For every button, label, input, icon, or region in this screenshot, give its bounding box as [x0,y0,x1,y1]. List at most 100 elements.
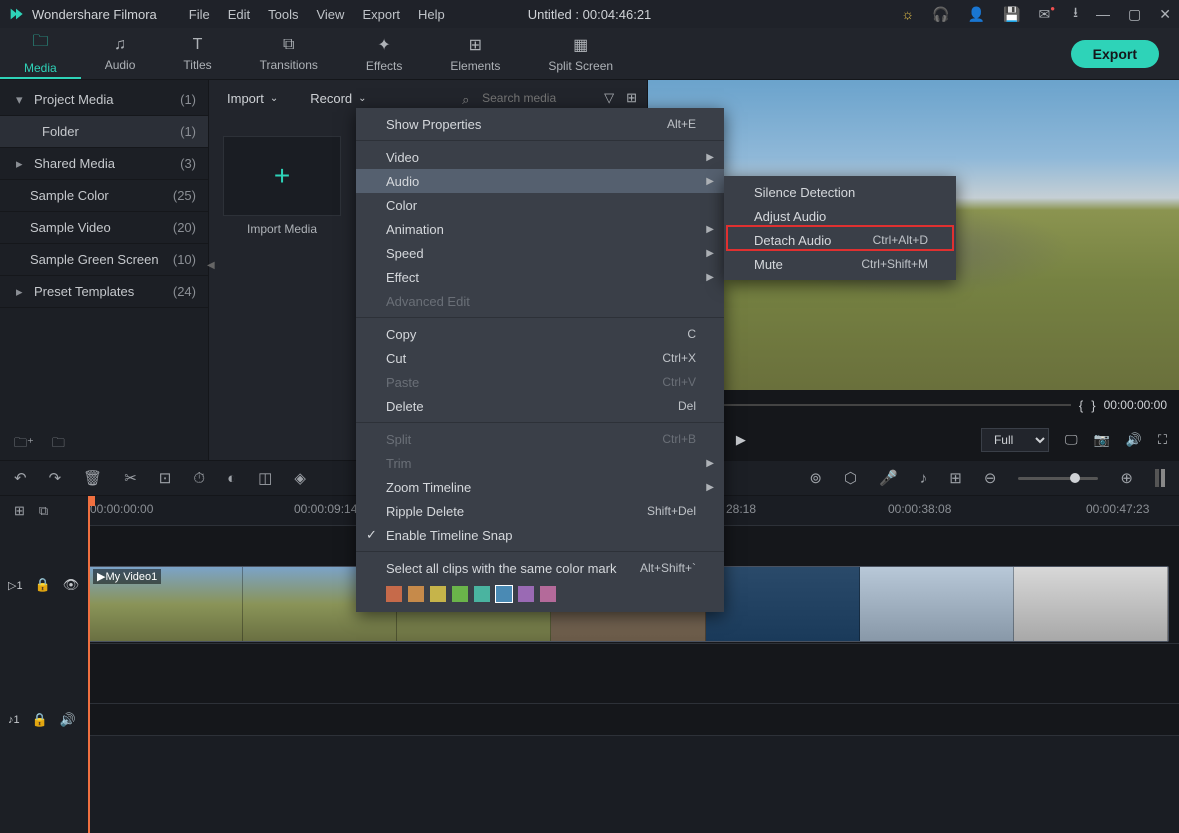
tab-effects[interactable]: ✦Effects [342,28,426,79]
lock-icon[interactable]: 🔒 [35,577,51,593]
menu-tools[interactable]: Tools [268,7,298,22]
tree-sample-color[interactable]: Sample Color(25) [0,180,208,212]
tab-audio[interactable]: ♫Audio [81,28,160,79]
mark-in-bracket[interactable]: { [1079,398,1083,413]
mixer-icon[interactable]: ♪ [920,470,928,487]
maximize-icon[interactable]: ▢ [1128,6,1141,23]
timeline-view-toggle[interactable] [1155,469,1165,487]
zoom-slider[interactable] [1018,477,1098,480]
tab-titles[interactable]: TTitles [159,28,235,79]
screen-icon[interactable]: 🖵 [1065,432,1078,448]
link-icon[interactable]: ⧉ [39,503,48,519]
mark-out-bracket[interactable]: } [1091,398,1095,413]
ctx-audio[interactable]: Audio▶ [356,169,724,193]
menu-edit[interactable]: Edit [228,7,250,22]
menu-export[interactable]: Export [362,7,400,22]
undo-icon[interactable]: ↶ [14,469,27,487]
preview-quality-select[interactable]: Full [981,428,1049,452]
mail-icon[interactable]: ✉● [1039,6,1056,23]
color-icon[interactable]: ◐ [227,470,236,487]
tab-elements[interactable]: ⊞Elements [426,28,524,79]
color-swatch[interactable] [496,586,512,602]
add-folder-icon[interactable]: 🗀⁺ [14,434,34,456]
green-screen-icon[interactable]: ◫ [258,469,272,487]
user-icon[interactable]: 👤 [968,6,985,23]
ctx-animation[interactable]: Animation▶ [356,217,724,241]
speaker-icon[interactable]: 🔊 [60,712,76,728]
color-swatch[interactable] [518,586,534,602]
search-input[interactable] [462,87,592,110]
marker-icon[interactable]: ⬡ [844,469,857,487]
audio-track[interactable] [88,704,1179,736]
import-dropdown[interactable]: Import⌄ [219,88,286,109]
menu-file[interactable]: File [189,7,210,22]
ctx-silence-detection[interactable]: Silence Detection [724,180,956,204]
export-button[interactable]: Export [1071,40,1159,68]
color-swatch[interactable] [386,586,402,602]
scissors-icon[interactable]: ✂ [124,469,137,487]
ctx-show-properties[interactable]: Show PropertiesAlt+E [356,112,724,136]
playhead[interactable] [88,496,90,833]
menu-view[interactable]: View [316,7,344,22]
filter-icon[interactable]: ▽ [604,90,614,106]
mic-icon[interactable]: 🎤 [879,469,898,487]
ctx-copy[interactable]: CopyC [356,322,724,346]
ctx-cut[interactable]: CutCtrl+X [356,346,724,370]
zoom-in-icon[interactable]: ⊕ [1120,469,1133,487]
ctx-select-color-mark[interactable]: Select all clips with the same color mar… [356,556,724,580]
lock-icon[interactable]: 🔒 [32,712,48,728]
record-dropdown[interactable]: Record⌄ [302,88,374,109]
headset-icon[interactable]: 🎧 [932,6,949,23]
tab-media[interactable]: 🗀Media [0,28,81,79]
ctx-enable-snap[interactable]: ✓Enable Timeline Snap [356,523,724,547]
ctx-delete[interactable]: DeleteDel [356,394,724,418]
crop-icon[interactable]: ⊡ [159,469,172,487]
keyframe-icon[interactable]: ◈ [294,469,306,487]
zoom-out-icon[interactable]: ⊖ [984,469,997,487]
collapse-sidebar-icon[interactable]: ◀ [207,260,215,271]
speed-icon[interactable]: ⏱ [193,470,205,487]
tree-preset-templates[interactable]: ▸Preset Templates(24) [0,276,208,308]
folder-icon[interactable]: 🗀 [52,434,65,456]
color-swatch[interactable] [474,586,490,602]
tree-sample-video[interactable]: Sample Video(20) [0,212,208,244]
volume-icon[interactable]: 🔊 [1126,432,1142,448]
ctx-color[interactable]: Color [356,193,724,217]
lightbulb-icon[interactable]: ☼ [901,6,914,22]
audio-track-icon[interactable]: ♪1 [8,714,20,726]
ctx-speed[interactable]: Speed▶ [356,241,724,265]
ctx-effect[interactable]: Effect▶ [356,265,724,289]
ctx-adjust-audio[interactable]: Adjust Audio [724,204,956,228]
grid-view-icon[interactable]: ⊞ [626,90,637,106]
trash-icon[interactable]: 🗑 [83,469,102,487]
tree-sample-green-screen[interactable]: Sample Green Screen(10) [0,244,208,276]
ctx-detach-audio[interactable]: Detach AudioCtrl+Alt+D [724,228,956,252]
ctx-ripple-delete[interactable]: Ripple DeleteShift+Del [356,499,724,523]
ctx-video[interactable]: Video▶ [356,145,724,169]
color-swatch[interactable] [408,586,424,602]
timeline-options-icon[interactable]: ⊞ [14,503,25,519]
video-track-icon[interactable]: ▷1 [8,579,23,592]
redo-icon[interactable]: ↷ [49,469,62,487]
tab-transitions[interactable]: ⧉Transitions [236,28,342,79]
ctx-zoom-timeline[interactable]: Zoom Timeline▶ [356,475,724,499]
close-icon[interactable]: ✕ [1159,6,1171,23]
save-icon[interactable]: 💾 [1003,6,1020,23]
tab-split-screen[interactable]: ▦Split Screen [524,28,637,79]
fullscreen-icon[interactable]: ⛶ [1158,432,1167,448]
download-icon[interactable]: ⭳ [1073,2,1078,26]
camera-icon[interactable]: 📷 [1094,432,1110,448]
eye-icon[interactable]: 👁 [63,577,80,593]
add-media-icon[interactable]: ⊞ [949,469,962,487]
minimize-icon[interactable]: — [1096,6,1110,22]
step-forward-icon[interactable]: ▶ [736,432,746,448]
tree-project-media[interactable]: ▾Project Media(1) [0,84,208,116]
color-swatch[interactable] [452,586,468,602]
render-icon[interactable]: ⊚ [809,469,822,487]
menu-help[interactable]: Help [418,7,445,22]
import-media-tile[interactable]: + [223,136,341,216]
tree-shared-media[interactable]: ▸Shared Media(3) [0,148,208,180]
ctx-mute[interactable]: MuteCtrl+Shift+M [724,252,956,276]
spacer-track[interactable] [88,644,1179,704]
tree-folder[interactable]: Folder(1) [0,116,208,148]
